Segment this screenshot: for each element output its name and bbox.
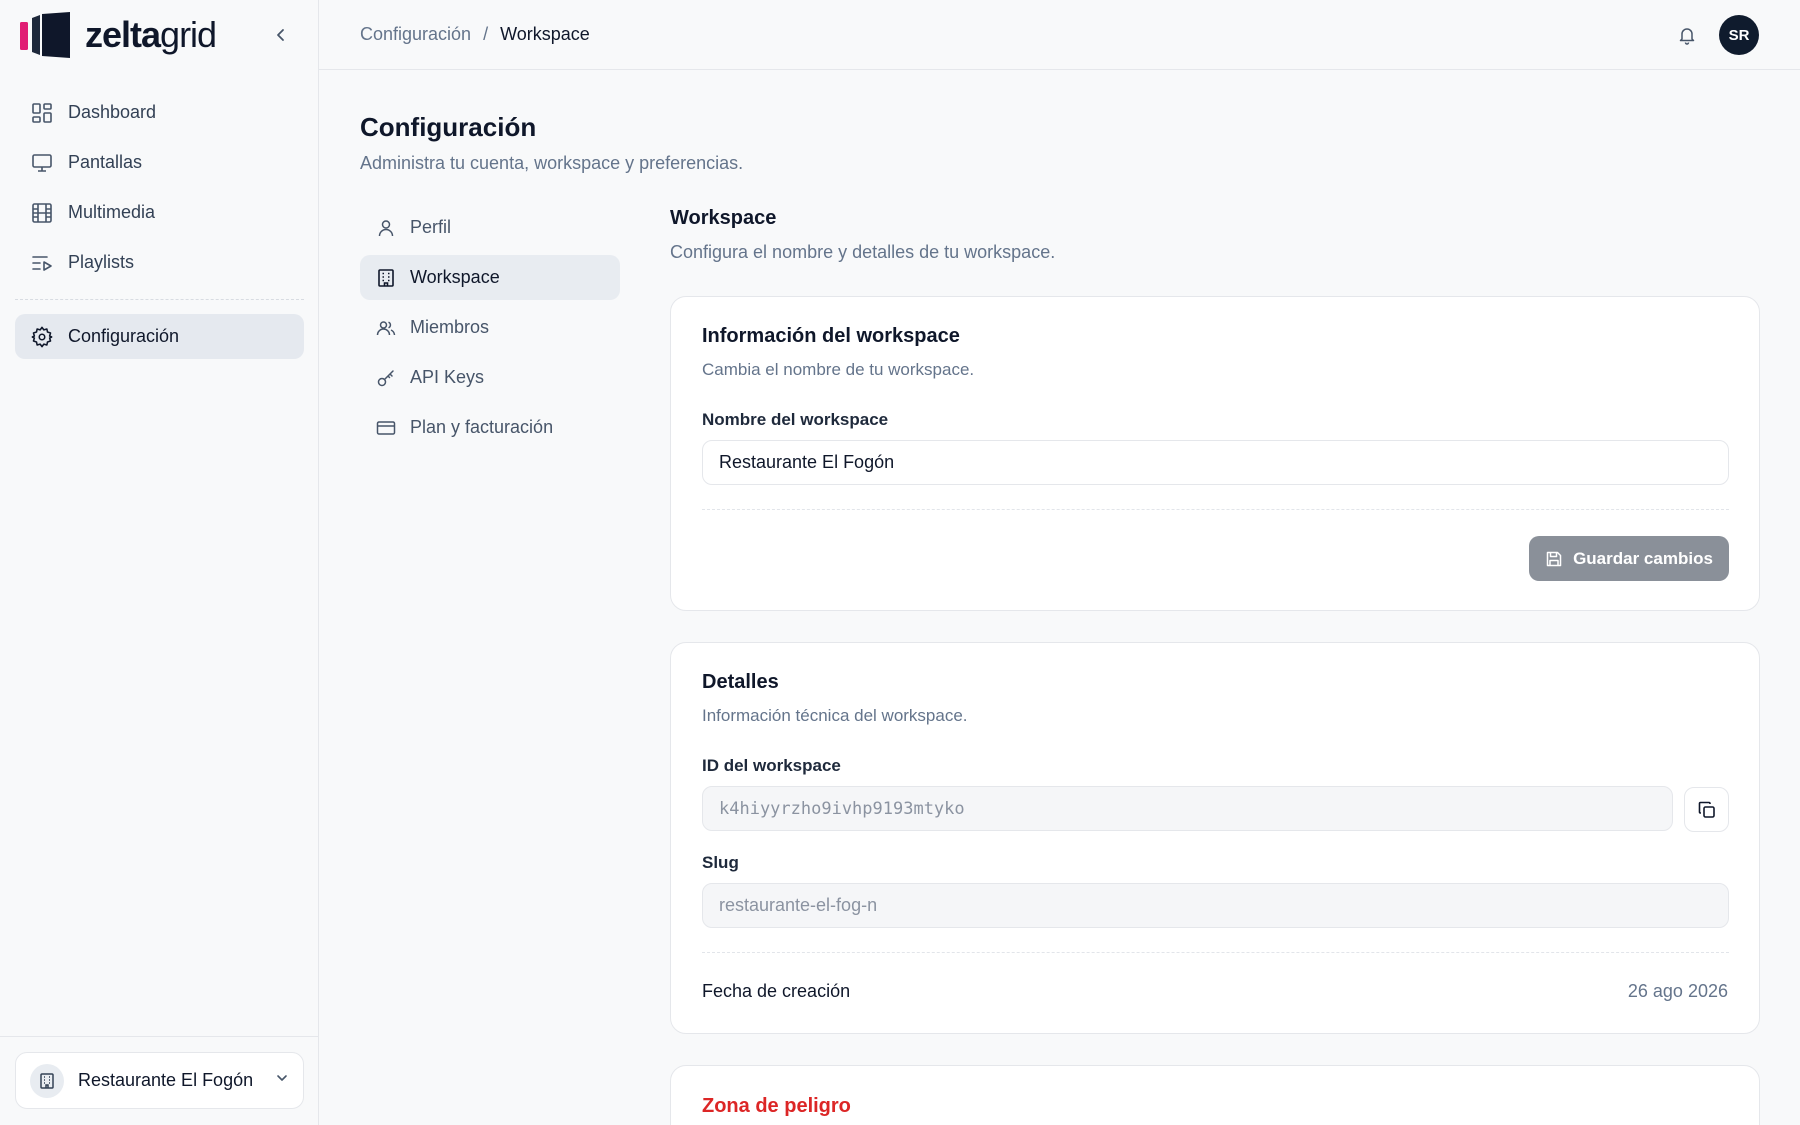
settings-tab-label: Miembros [410, 317, 490, 337]
notifications-button[interactable] [1674, 22, 1700, 48]
building-icon [375, 267, 397, 289]
card-title: Información del workspace [702, 325, 960, 347]
workspace-name-input[interactable]: Restaurante El Fogón [702, 440, 1729, 485]
sidebar-item-label: Multimedia [68, 202, 156, 222]
bell-icon [1679, 28, 1695, 45]
danger-zone-card: Zona de peligro [670, 1065, 1760, 1125]
settings-tab-plan-facturacion[interactable]: Plan y facturación [360, 405, 620, 450]
workspace-info-card: Información del workspace Cambia el nomb… [670, 296, 1760, 611]
card-divider [702, 509, 1729, 510]
settings-tab-perfil[interactable]: Perfil [360, 205, 620, 250]
section-title: Workspace [670, 207, 777, 229]
copy-icon [1698, 801, 1715, 818]
settings-tab-label: Perfil [410, 217, 452, 237]
sidebar-item-playlists[interactable]: Playlists [15, 240, 304, 285]
workspace-id-label: ID del workspace [702, 756, 841, 775]
breadcrumb-parent[interactable]: Configuración [360, 24, 471, 45]
page-subtitle: Administra tu cuenta, workspace y prefer… [360, 153, 744, 173]
brand-logo[interactable]: zeltagrid [20, 12, 217, 58]
settings-tab-api-keys[interactable]: API Keys [360, 355, 620, 400]
slug-label: Slug [702, 853, 739, 872]
credit-card-icon [375, 417, 397, 439]
monitor-icon [30, 151, 54, 175]
workspace-details-card: Detalles Información técnica del workspa… [670, 642, 1760, 1034]
sidebar-item-dashboard[interactable]: Dashboard [15, 90, 304, 135]
slug-field[interactable]: restaurante-el-fog-n [702, 883, 1729, 928]
settings-tab-workspace[interactable]: Workspace [360, 255, 620, 300]
workspace-name-label: Nombre del workspace [702, 410, 889, 429]
card-divider [702, 952, 1729, 953]
building-icon [30, 1063, 64, 1098]
sidebar-item-multimedia[interactable]: Multimedia [15, 190, 304, 235]
breadcrumb: Configuración / Workspace [360, 24, 590, 45]
key-icon [375, 367, 397, 389]
copy-id-button[interactable] [1684, 787, 1729, 832]
card-title: Detalles [702, 671, 779, 693]
layout-grid-icon [30, 101, 54, 125]
nav-divider [15, 299, 304, 300]
danger-zone-title: Zona de peligro [702, 1095, 851, 1117]
breadcrumb-separator: / [483, 24, 489, 44]
sidebar-item-label: Configuración [68, 326, 180, 346]
card-subtitle: Información técnica del workspace. [702, 706, 968, 725]
save-button-label: Guardar cambios [1573, 548, 1713, 568]
chevron-down-icon [275, 1071, 289, 1090]
section-subtitle: Configura el nombre y detalles de tu wor… [670, 242, 1056, 262]
list-video-icon [30, 251, 54, 275]
card-subtitle: Cambia el nombre de tu workspace. [702, 360, 975, 379]
page-title: Configuración [360, 112, 537, 142]
sidebar-item-configuracion[interactable]: Configuración [15, 314, 304, 359]
logo-mark-icon [20, 12, 70, 58]
sidebar-item-label: Playlists [68, 252, 135, 272]
workspace-name: Restaurante El Fogón [78, 1070, 254, 1090]
settings-tab-miembros[interactable]: Miembros [360, 305, 620, 350]
gear-icon [30, 325, 54, 349]
workspace-switcher[interactable]: Restaurante El Fogón [15, 1052, 304, 1109]
collapse-sidebar-button[interactable] [268, 22, 294, 48]
workspace-id-field[interactable]: k4hiyyrzho9ivhp9193mtyko [702, 786, 1673, 831]
workspace-switcher-area: Restaurante El Fogón [0, 1036, 318, 1125]
user-avatar[interactable]: SR [1719, 15, 1759, 55]
save-changes-button[interactable]: Guardar cambios [1529, 536, 1729, 581]
users-icon [375, 317, 397, 339]
chevron-left-icon [277, 29, 284, 41]
sidebar-item-pantallas[interactable]: Pantallas [15, 140, 304, 185]
save-icon [1545, 550, 1563, 568]
user-icon [375, 217, 397, 239]
settings-tab-label: Workspace [410, 267, 500, 287]
topbar: Configuración / Workspace SR [319, 0, 1800, 70]
settings-tab-label: Plan y facturación [410, 417, 554, 437]
created-date-value: 26 ago 2026 [1627, 981, 1728, 1001]
sidebar: zeltagrid Dashboard Pantallas Multimedia [0, 0, 319, 1125]
main-nav: Dashboard Pantallas Multimedia Playlists [15, 90, 304, 364]
created-date-label: Fecha de creación [702, 981, 851, 1001]
brand-name: zeltagrid [85, 14, 217, 55]
sidebar-item-label: Dashboard [68, 102, 157, 122]
settings-nav: Perfil Workspace Miembros API Keys Plan … [360, 205, 620, 455]
sidebar-item-label: Pantallas [68, 152, 143, 172]
film-icon [30, 201, 54, 225]
settings-tab-label: API Keys [410, 367, 485, 387]
breadcrumb-current: Workspace [500, 24, 590, 44]
